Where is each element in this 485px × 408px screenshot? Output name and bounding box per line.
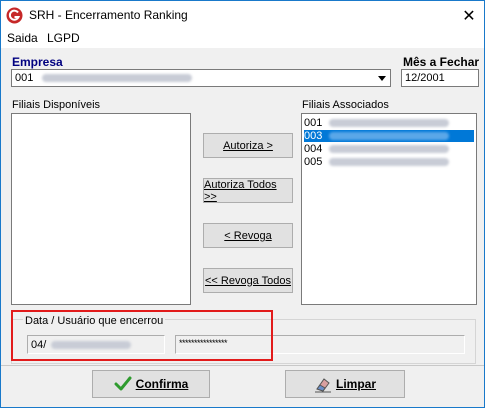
empresa-code: 001	[15, 72, 34, 84]
empresa-select[interactable]: 001	[11, 69, 391, 87]
empresa-name-redacted	[42, 74, 193, 83]
revoga-todos-button[interactable]: << Revoga Todos	[203, 268, 293, 293]
eraser-icon	[314, 378, 331, 393]
filiais-associados-list[interactable]: 001 003 004 005	[301, 113, 477, 305]
mes-label: Mês a Fechar	[403, 55, 480, 69]
autoriza-todos-button[interactable]: Autoriza Todos >>	[203, 178, 293, 203]
menu-bar: Saida LGPD	[1, 30, 484, 48]
list-item-selected[interactable]: 003	[304, 130, 474, 142]
close-icon: ✕	[462, 7, 476, 25]
filiais-disponiveis-list[interactable]	[11, 113, 191, 305]
close-button[interactable]: ✕	[454, 1, 484, 30]
mes-input[interactable]: 12/2001	[401, 69, 479, 87]
confirma-label: Confirma	[135, 377, 189, 391]
chevron-down-icon[interactable]	[375, 71, 389, 85]
window-title: SRH - Encerramento Ranking	[29, 8, 188, 22]
footer-divider	[1, 365, 484, 366]
list-item[interactable]: 004	[304, 143, 450, 155]
confirma-button[interactable]: Confirma	[92, 370, 210, 398]
mes-value: 12/2001	[405, 72, 445, 84]
highlight-box	[11, 310, 273, 361]
menu-item-saida[interactable]: Saida	[7, 31, 38, 45]
filiais-associados-label: Filiais Associados	[302, 99, 389, 111]
main-window: SRH - Encerramento Ranking ✕ Saida LGPD …	[0, 0, 485, 408]
limpar-label: Limpar	[335, 377, 376, 391]
checkmark-icon	[114, 376, 132, 391]
empresa-label: Empresa	[12, 55, 63, 69]
list-item[interactable]: 005	[304, 156, 450, 168]
menu-item-lgpd[interactable]: LGPD	[47, 31, 80, 45]
app-logo-icon	[6, 7, 23, 24]
list-item[interactable]: 001	[304, 117, 450, 129]
autoriza-button[interactable]: Autoriza >	[203, 133, 293, 158]
filiais-disponiveis-label: Filiais Disponíveis	[12, 99, 101, 111]
revoga-button[interactable]: < Revoga	[203, 223, 293, 248]
limpar-button[interactable]: Limpar	[285, 370, 405, 398]
title-bar: SRH - Encerramento Ranking ✕	[1, 1, 484, 30]
